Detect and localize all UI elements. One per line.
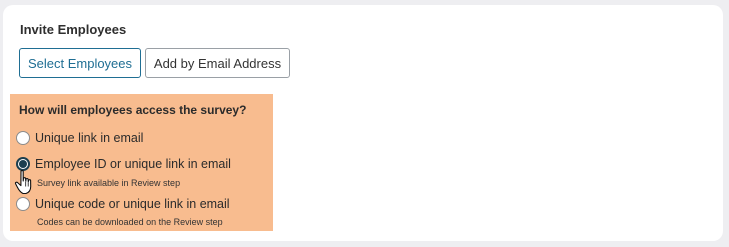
radio-unique-code[interactable] (16, 197, 30, 211)
invite-employees-card: Invite Employees Select Employees Add by… (3, 5, 723, 241)
hand-pointer-icon (14, 169, 32, 195)
option-hint: Survey link available in Review step (37, 178, 181, 188)
option-label: Unique link in email (35, 131, 144, 145)
option-label: Employee ID or unique link in email (35, 157, 231, 171)
option-unique-link[interactable]: Unique link in email (16, 131, 143, 145)
add-by-email-button[interactable]: Add by Email Address (145, 48, 290, 78)
option-employee-id[interactable]: Employee ID or unique link in email (16, 157, 231, 171)
radio-unique-link[interactable] (16, 131, 30, 145)
section-title: Invite Employees (20, 22, 127, 37)
access-question: How will employees access the survey? (19, 103, 247, 117)
option-label: Unique code or unique link in email (35, 197, 230, 211)
option-unique-code[interactable]: Unique code or unique link in email (16, 197, 230, 211)
select-employees-button[interactable]: Select Employees (19, 48, 141, 78)
survey-access-panel: How will employees access the survey? Un… (10, 94, 273, 231)
option-hint: Codes can be downloaded on the Review st… (37, 217, 223, 227)
